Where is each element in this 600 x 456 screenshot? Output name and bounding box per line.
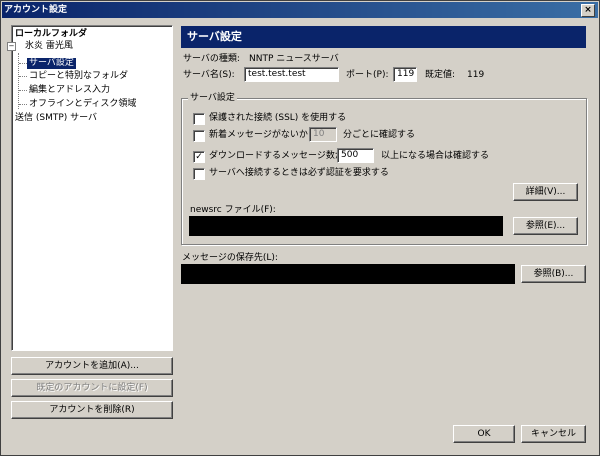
tree-item-account[interactable]: 氷炎 雷光風 (25, 41, 73, 52)
tree-item-local-folders[interactable]: ローカルフォルダ (15, 29, 87, 40)
ssl-checkbox[interactable] (193, 113, 205, 125)
storage-path-input[interactable] (181, 264, 515, 284)
auth-checkbox[interactable] (193, 168, 205, 180)
server-name-input[interactable]: test.test.test (244, 67, 339, 82)
set-default-button[interactable]: 既定のアカウントに設定(F) (11, 379, 173, 397)
panel-header: サーバ設定 (181, 26, 586, 48)
window-title: アカウント設定 (4, 5, 68, 15)
new-messages-checkbox[interactable] (193, 130, 205, 142)
default-port-label: 既定値: (425, 70, 456, 80)
collapse-icon[interactable]: − (7, 42, 16, 51)
new-messages-label[interactable]: 新着メッセージがないか (209, 129, 308, 141)
advanced-button[interactable]: 詳細(V)... (513, 183, 578, 201)
cancel-button[interactable]: キャンセル (521, 425, 586, 443)
tree-connector (18, 53, 19, 109)
panel-title: サーバ設定 (187, 30, 242, 43)
newsrc-label: newsrc ファイル(F): (190, 205, 276, 215)
tree-connector (19, 104, 27, 105)
port-input[interactable]: 119 (393, 67, 417, 82)
tree-item-offline-disk[interactable]: オフラインとディスク領域 (29, 99, 136, 110)
tree-item-server-settings[interactable]: サーバ設定 (27, 58, 76, 69)
server-name-label: サーバ名(S): (183, 70, 235, 80)
ok-button[interactable]: OK (453, 425, 515, 443)
auth-label[interactable]: サーバへ接続するときは必ず認証を要求する (209, 167, 389, 179)
server-type-label: サーバの種類: (183, 54, 240, 64)
tree-item-smtp[interactable]: 送信 (SMTP) サーバ (15, 113, 97, 124)
ssl-label[interactable]: 保護された接続 (SSL) を使用する (209, 112, 346, 124)
add-account-button[interactable]: アカウントを追加(A)... (11, 357, 173, 375)
port-label: ポート(P): (346, 70, 389, 80)
browse-newsrc-button[interactable]: 参照(E)... (513, 217, 578, 235)
download-limit-input[interactable]: 500 (337, 148, 374, 163)
check-interval-input[interactable]: 10 (309, 127, 337, 142)
download-limit-suffix: 以上になる場合は確認する (381, 151, 490, 161)
check-interval-suffix: 分ごとに確認する (343, 130, 416, 140)
delete-account-button[interactable]: アカウントを削除(R) (11, 401, 173, 419)
browse-storage-button[interactable]: 参照(B)... (521, 265, 586, 283)
download-limit-checkbox[interactable]: ✓ (193, 151, 205, 163)
tree-item-copies-folders[interactable]: コピーと特別なフォルダ (29, 71, 128, 82)
tree-connector (19, 63, 27, 64)
tree-connector (19, 90, 27, 91)
tree-connector (19, 76, 27, 77)
newsrc-path-input[interactable] (189, 216, 503, 236)
server-type-value: NNTP ニュースサーバ (249, 54, 339, 64)
download-limit-label[interactable]: ダウンロードするメッセージ数が (209, 150, 344, 162)
storage-label: メッセージの保存先(L): (182, 253, 278, 263)
account-settings-window: アカウント設定 × ローカルフォルダ − 氷炎 雷光風 サーバ設定 コピーと特別… (0, 0, 600, 456)
tree-item-composition[interactable]: 編集とアドレス入力 (29, 85, 110, 96)
group-title: サーバ設定 (188, 92, 237, 104)
default-port-value: 119 (467, 70, 485, 80)
close-icon[interactable]: × (581, 4, 595, 17)
title-bar: アカウント設定 × (2, 2, 598, 18)
